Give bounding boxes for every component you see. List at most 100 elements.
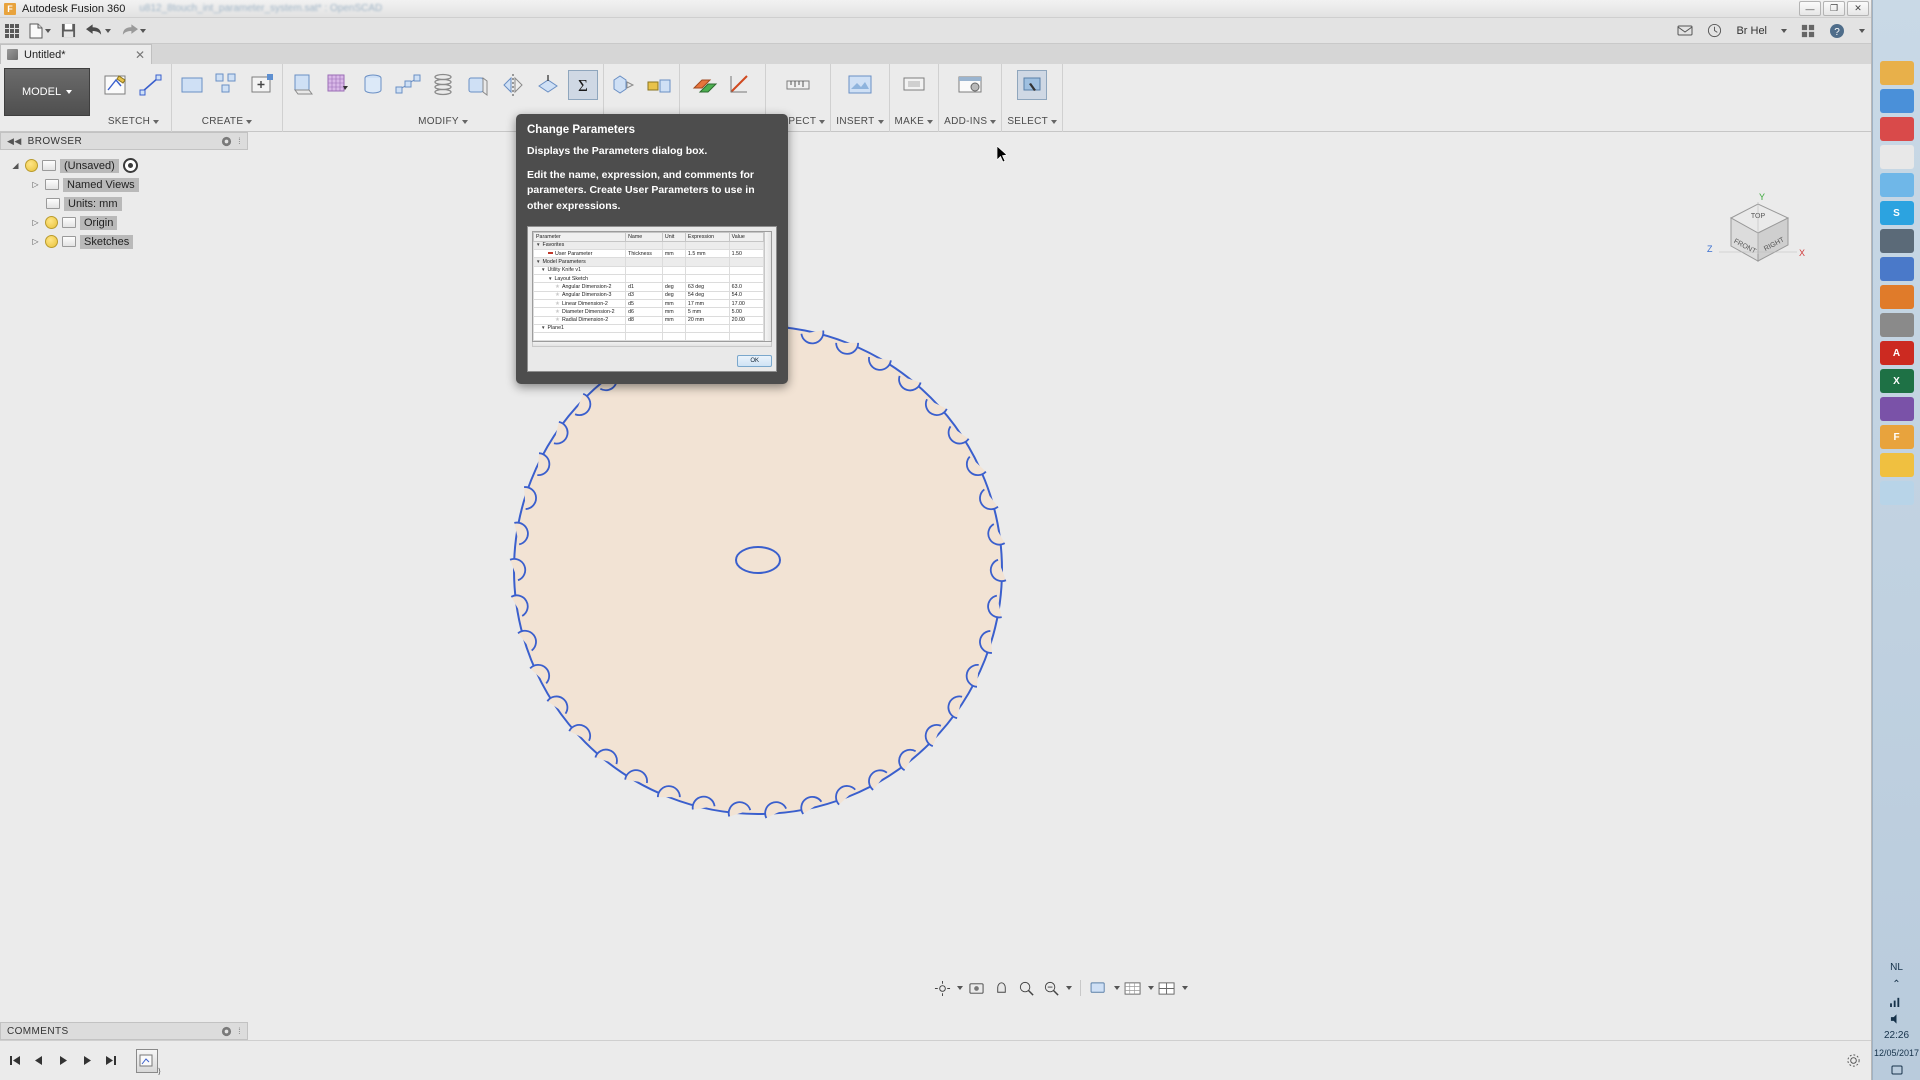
folder-icon[interactable]	[1880, 61, 1914, 85]
photos-icon[interactable]	[1880, 89, 1914, 113]
3d-print-icon[interactable]	[899, 70, 929, 100]
chevron-down-icon[interactable]	[1148, 986, 1154, 990]
parameters-table-row[interactable]: ★Diameter Dimension-2d6mm5 mm5.00	[534, 308, 764, 316]
ribbon-group-create-label[interactable]: CREATE	[202, 116, 253, 132]
help-icon[interactable]: ?	[1829, 23, 1845, 39]
collapse-left-icon[interactable]: ◀◀	[7, 136, 22, 147]
cloud-icon[interactable]	[1880, 173, 1914, 197]
bulb-icon[interactable]	[45, 235, 58, 248]
chevron-down-icon[interactable]	[1114, 986, 1120, 990]
skip-start-icon[interactable]	[6, 1052, 24, 1070]
sweep-icon[interactable]	[358, 70, 388, 100]
expand-arrow-icon[interactable]: ◢	[10, 161, 21, 170]
extrude-icon[interactable]	[288, 70, 318, 100]
chevron-down-icon[interactable]	[1066, 986, 1072, 990]
zoom-icon[interactable]	[1016, 978, 1038, 998]
close-button[interactable]: ✕	[1847, 1, 1869, 16]
pattern-icon[interactable]	[212, 70, 242, 100]
select-icon[interactable]	[1017, 70, 1047, 100]
fusion-icon[interactable]: F	[1880, 425, 1914, 449]
sketch-line-icon[interactable]	[136, 70, 166, 100]
tray-time[interactable]: 22:26	[1873, 1027, 1920, 1044]
ribbon-group-make-label[interactable]: MAKE	[895, 116, 934, 132]
measure-icon[interactable]	[783, 70, 813, 100]
clock-icon[interactable]	[1707, 23, 1722, 38]
browser-item-origin[interactable]: ▷ Origin	[8, 213, 248, 232]
coil-icon[interactable]	[428, 70, 458, 100]
parameters-table-row[interactable]: ▼Layout Sketch	[534, 275, 764, 283]
insert-mesh-icon[interactable]	[845, 70, 875, 100]
parameters-table-row[interactable]: ★Angular Dimension-3d3deg54 deg54.0	[534, 291, 764, 299]
expand-triangle-icon[interactable]: ▼	[548, 276, 552, 281]
user-name-label[interactable]: Br Hel	[1736, 25, 1767, 37]
volume-icon[interactable]	[1890, 1013, 1903, 1025]
ribbon-group-sketch-label[interactable]: SKETCH	[108, 116, 159, 132]
panel-dot-icon[interactable]	[221, 1026, 232, 1037]
favorite-star-icon[interactable]: ★	[555, 284, 560, 290]
panel-resize-handle[interactable]: ⁞	[238, 1026, 241, 1036]
orbit-icon[interactable]	[932, 978, 954, 998]
parameters-table-row[interactable]: ★Angular Dimension-2d1deg63 deg63.0	[534, 283, 764, 291]
parameters-table-row[interactable]: User ParameterThicknessmm1.5 mm1.50	[534, 250, 764, 258]
new-document-button[interactable]	[29, 23, 51, 39]
search-tool-icon[interactable]	[1880, 481, 1914, 505]
browser-item-sketches[interactable]: ▷ Sketches	[8, 232, 248, 251]
mirror-icon[interactable]	[498, 70, 528, 100]
grid-icon[interactable]	[1801, 24, 1815, 38]
calc-icon[interactable]	[1880, 313, 1914, 337]
document-tab[interactable]: Untitled* ✕	[0, 44, 152, 64]
view-cube[interactable]: TOP FRONT RIGHT Y Z X	[1701, 190, 1811, 282]
table-scrollbar[interactable]	[764, 232, 771, 342]
favorite-star-icon[interactable]: ★	[555, 301, 560, 307]
expand-triangle-icon[interactable]: ▼	[536, 259, 540, 264]
ribbon-group-modify-label[interactable]: MODIFY	[418, 116, 468, 132]
press-pull-icon[interactable]	[533, 70, 563, 100]
action-center-icon[interactable]	[1891, 1064, 1903, 1076]
undo-button[interactable]	[86, 24, 111, 38]
create-sketch-icon[interactable]	[101, 70, 131, 100]
expand-triangle-icon[interactable]: ▼	[541, 267, 545, 272]
timeline-feature-marker[interactable]: ⟩	[136, 1049, 158, 1073]
settings-gear-icon[interactable]	[1846, 1053, 1861, 1068]
browser-item-named-views[interactable]: ▷ Named Views	[8, 175, 248, 194]
shell-icon[interactable]	[463, 70, 493, 100]
axis-icon[interactable]	[725, 70, 755, 100]
skip-end-icon[interactable]	[102, 1052, 120, 1070]
browser-item-units[interactable]: Units: mm	[8, 194, 248, 213]
step-forward-icon[interactable]	[78, 1052, 96, 1070]
marker-handle-icon[interactable]: ⟩	[158, 1067, 161, 1076]
grid-snap-icon[interactable]	[1123, 978, 1145, 998]
save-button[interactable]	[61, 23, 76, 38]
step-back-icon[interactable]	[30, 1052, 48, 1070]
viewports-icon[interactable]	[1157, 978, 1179, 998]
expand-triangle-icon[interactable]: ▼	[541, 325, 545, 330]
notes-icon[interactable]	[1880, 397, 1914, 421]
parameters-table-row[interactable]: ▼Model Parameters	[534, 258, 764, 266]
panel-resize-handle[interactable]: ⁞	[238, 136, 241, 146]
table-hscrollbar[interactable]	[532, 342, 772, 347]
saw-blade-part[interactable]	[498, 310, 1018, 830]
chevron-up-icon[interactable]: ⌃	[1892, 979, 1900, 990]
bulb-icon[interactable]	[25, 159, 38, 172]
excel-icon[interactable]: X	[1880, 369, 1914, 393]
skype-icon[interactable]: S	[1880, 201, 1914, 225]
acrobat-icon[interactable]: A	[1880, 341, 1914, 365]
expand-arrow-icon[interactable]: ▷	[30, 218, 41, 227]
ribbon-group-addins-label[interactable]: ADD-INS	[944, 116, 996, 132]
chevron-down-icon[interactable]	[1182, 986, 1188, 990]
expand-triangle-icon[interactable]: ▼	[536, 242, 540, 247]
parameters-table-row[interactable]: ▼Favorites	[534, 241, 764, 249]
bulb-icon[interactable]	[45, 216, 58, 229]
paint-icon[interactable]	[1880, 453, 1914, 477]
ribbon-group-select-label[interactable]: SELECT	[1007, 116, 1057, 132]
favorite-star-icon[interactable]: ★	[555, 292, 560, 298]
loft-icon[interactable]	[393, 70, 423, 100]
tray-language[interactable]: NL	[1873, 959, 1920, 976]
pan-view-icon[interactable]	[966, 978, 988, 998]
rectangle-icon[interactable]	[177, 70, 207, 100]
eye-icon[interactable]	[123, 158, 138, 173]
parameters-table-row[interactable]: ▼Utility Knife v1	[534, 266, 764, 274]
play-icon[interactable]	[54, 1052, 72, 1070]
joint-icon[interactable]	[644, 70, 674, 100]
minimize-button[interactable]: —	[1799, 1, 1821, 16]
